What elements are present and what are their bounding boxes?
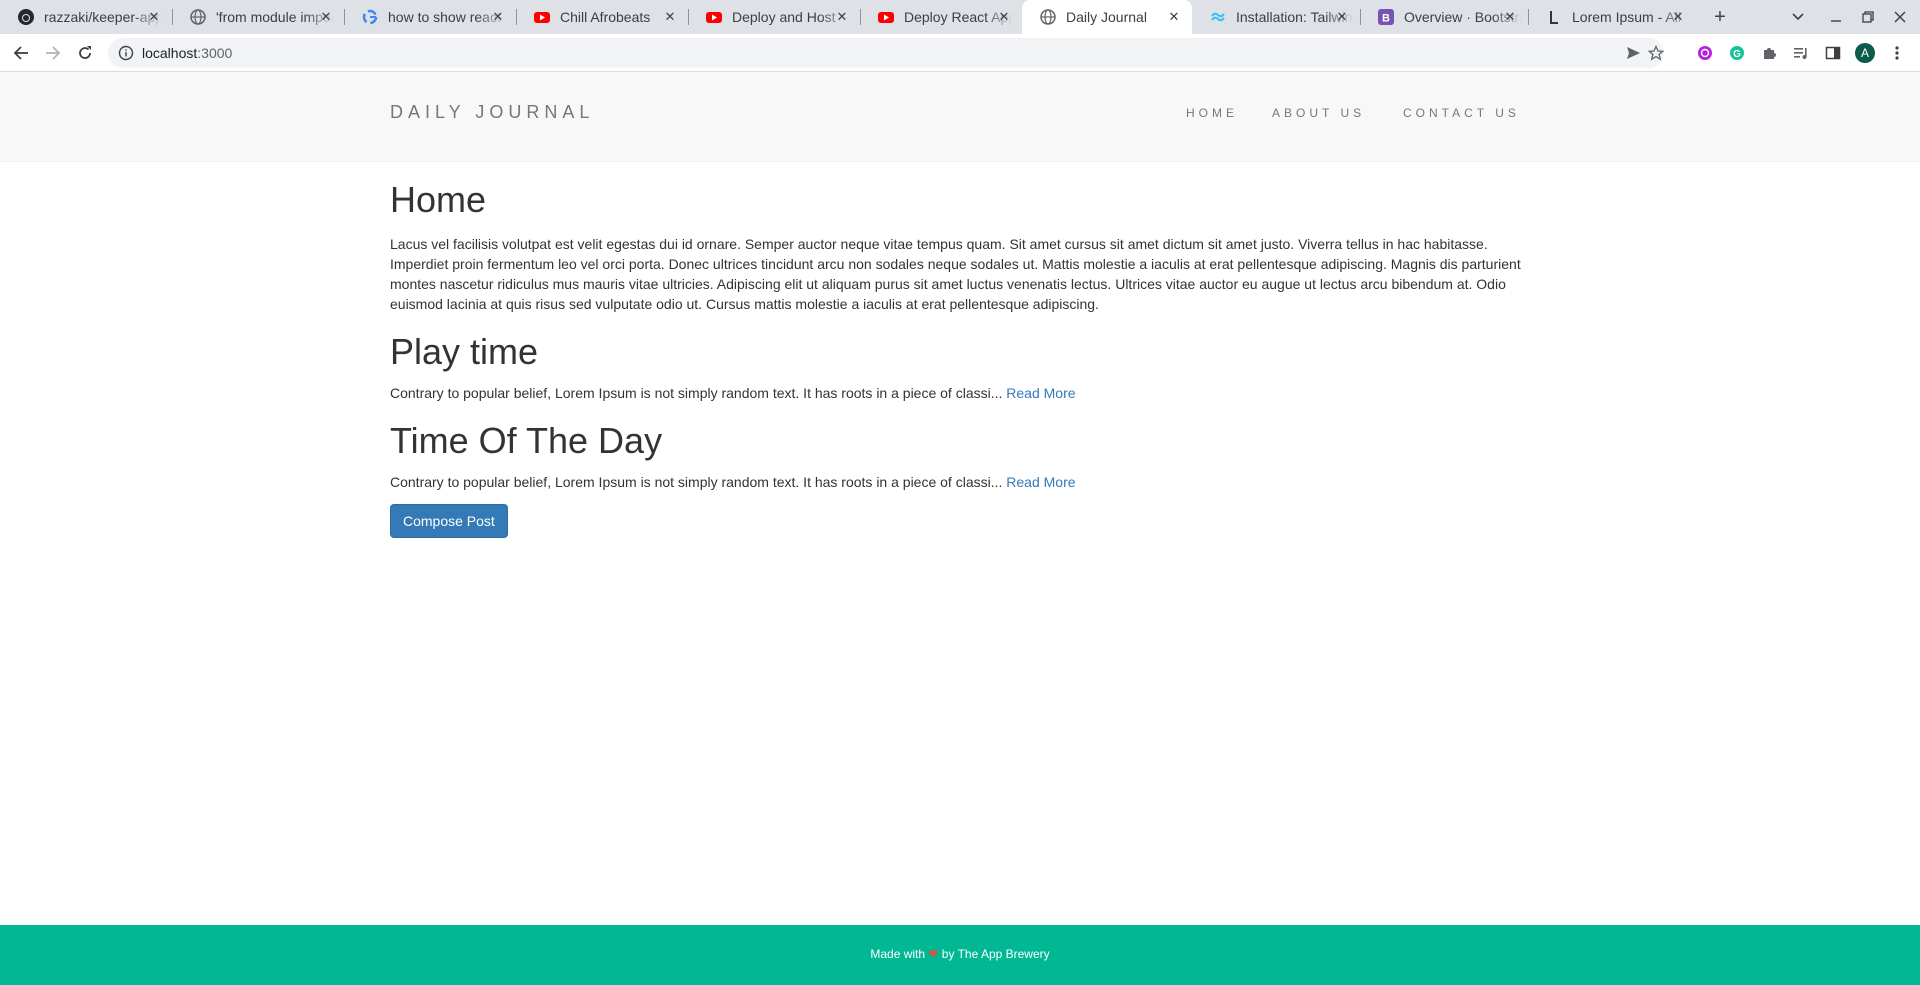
url-text: localhost:3000 <box>142 45 232 61</box>
github-icon <box>18 9 34 25</box>
lipsum-icon <box>1546 9 1562 25</box>
tab-daily-journal[interactable]: Daily Journal ✕ <box>1022 0 1192 34</box>
read-more-link[interactable]: Read More <box>1006 474 1075 490</box>
minimize-icon[interactable] <box>1824 5 1848 29</box>
close-icon[interactable]: ✕ <box>834 9 850 25</box>
browser-toolbar: localhost:3000 G A <box>0 34 1920 72</box>
tab-title: 'from module import' <box>216 9 334 25</box>
nav-contact-link[interactable]: CONTACT US <box>1403 106 1520 120</box>
tab-title: razzaki/keeper-app <box>44 9 162 25</box>
bootstrap-icon: B <box>1378 9 1394 25</box>
close-icon[interactable]: ✕ <box>996 9 1012 25</box>
extension-purple-icon[interactable] <box>1693 41 1717 65</box>
send-icon[interactable] <box>1625 45 1641 61</box>
more-menu-icon[interactable] <box>1885 41 1909 65</box>
svg-text:B: B <box>1382 13 1390 25</box>
tailwind-icon <box>1210 9 1226 25</box>
url-host: localhost <box>142 45 198 61</box>
main-content: Home Lacus vel facilisis volutpat est ve… <box>390 180 1530 538</box>
footer-text-before: Made with <box>870 947 926 961</box>
tab-search-chevron-icon[interactable] <box>1786 5 1810 29</box>
tab-lorem-ipsum[interactable]: Lorem Ipsum - All ✕ <box>1528 0 1696 34</box>
post-item: Time Of The Day Contrary to popular beli… <box>390 421 1530 492</box>
post-excerpt-text: Contrary to popular belief, Lorem Ipsum … <box>390 385 1003 401</box>
close-icon[interactable]: ✕ <box>1502 9 1518 25</box>
compose-post-button[interactable]: Compose Post <box>390 504 508 538</box>
intro-paragraph: Lacus vel facilisis volutpat est velit e… <box>390 236 1521 312</box>
close-icon[interactable]: ✕ <box>1670 9 1686 25</box>
tab-from-module[interactable]: 'from module import' ✕ <box>172 0 345 34</box>
svg-text:G: G <box>1733 49 1741 60</box>
youtube-icon <box>878 9 894 25</box>
tab-tailwind[interactable]: Installation: Tailwind ✕ <box>1192 0 1361 34</box>
post-excerpt-text: Contrary to popular belief, Lorem Ipsum … <box>390 474 1003 490</box>
restore-icon[interactable] <box>1856 5 1880 29</box>
address-bar[interactable]: localhost:3000 <box>108 38 1664 68</box>
youtube-icon <box>534 9 550 25</box>
url-port: :3000 <box>197 45 233 61</box>
reload-icon[interactable] <box>73 41 97 65</box>
google-icon <box>362 9 378 25</box>
read-more-link[interactable]: Read More <box>1006 385 1075 401</box>
media-queue-icon[interactable] <box>1789 41 1813 65</box>
close-icon[interactable]: ✕ <box>490 9 506 25</box>
close-icon[interactable]: ✕ <box>146 9 162 25</box>
nav-home-link[interactable]: HOME <box>1186 106 1238 120</box>
tab-youtube-deploy-host[interactable]: Deploy and Host ✕ <box>688 0 861 34</box>
tab-youtube-deploy-react[interactable]: Deploy React App ✕ <box>860 0 1022 34</box>
heart-icon: ❤ <box>928 947 939 961</box>
tab-google-search[interactable]: how to show react ✕ <box>344 0 517 34</box>
close-icon[interactable]: ✕ <box>1166 9 1182 25</box>
browser-tab-strip: razzaki/keeper-app ✕ 'from module import… <box>0 0 1920 34</box>
site-info-icon[interactable] <box>118 45 134 61</box>
close-icon[interactable]: ✕ <box>1334 9 1350 25</box>
new-tab-button[interactable]: + <box>1708 5 1732 29</box>
grammarly-icon[interactable]: G <box>1725 41 1749 65</box>
footer-text: Made with ❤ by The App Brewery <box>0 947 1920 961</box>
side-panel-icon[interactable] <box>1821 41 1845 65</box>
post-title: Play time <box>390 331 539 372</box>
close-window-icon[interactable] <box>1888 5 1912 29</box>
post-item: Play time Contrary to popular belief, Lo… <box>390 332 1530 403</box>
back-arrow-icon[interactable] <box>9 41 33 65</box>
site-navbar: DAILY JOURNAL HOME ABOUT US CONTACT US <box>0 72 1920 162</box>
extensions-puzzle-icon[interactable] <box>1757 41 1781 65</box>
page-viewport: DAILY JOURNAL HOME ABOUT US CONTACT US H… <box>0 72 1920 985</box>
nav-about-link[interactable]: ABOUT US <box>1272 106 1365 120</box>
profile-avatar[interactable]: A <box>1853 41 1877 65</box>
tab-bootstrap[interactable]: B Overview · Bootstrap ✕ <box>1360 0 1529 34</box>
close-icon[interactable]: ✕ <box>662 9 678 25</box>
post-title: Time Of The Day <box>390 420 663 461</box>
tab-github[interactable]: razzaki/keeper-app ✕ <box>0 0 173 34</box>
post-excerpt: Contrary to popular belief, Lorem Ipsum … <box>390 472 1530 492</box>
post-excerpt: Contrary to popular belief, Lorem Ipsum … <box>390 383 1530 403</box>
forward-arrow-icon[interactable] <box>41 41 65 65</box>
page-title: Home <box>390 179 487 220</box>
footer-text-after: by The App Brewery <box>941 947 1050 961</box>
youtube-icon <box>706 9 722 25</box>
globe-icon <box>190 9 206 25</box>
site-brand-link[interactable]: DAILY JOURNAL <box>390 102 594 123</box>
tab-youtube-chill[interactable]: Chill Afrobeats ✕ <box>516 0 689 34</box>
globe-icon <box>1040 9 1056 25</box>
tab-title: how to show react <box>388 9 501 25</box>
site-footer: Made with ❤ by The App Brewery <box>0 925 1920 985</box>
tab-title: Deploy and Host <box>732 9 836 25</box>
close-icon[interactable]: ✕ <box>318 9 334 25</box>
bookmark-star-icon[interactable] <box>1648 45 1664 61</box>
profile-initial: A <box>1860 46 1869 60</box>
tab-title: Chill Afrobeats <box>560 9 651 25</box>
